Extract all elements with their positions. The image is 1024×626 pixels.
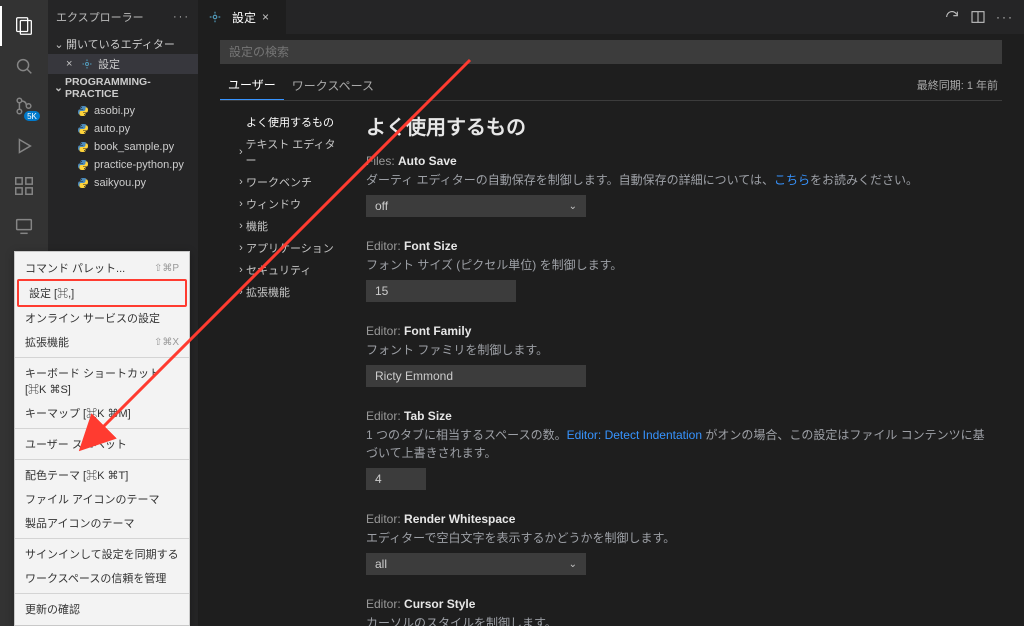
separator (15, 357, 189, 358)
chevron-right-icon: › (236, 242, 246, 254)
toc-item[interactable]: ›拡張機能 (224, 281, 346, 303)
ctx-item[interactable]: 更新の確認 (15, 597, 189, 621)
open-editor-item[interactable]: × 設定 (48, 54, 198, 74)
setting-cursor: Editor: Cursor Style カーソルのスタイルを制御します。 li… (366, 597, 992, 626)
ctx-item[interactable]: 拡張機能⇧⌘X (15, 330, 189, 354)
setting-renderws: Editor: Render Whitespace エディターで空白文字を表示す… (366, 512, 992, 575)
toc-item[interactable]: ›ウィンドウ (224, 193, 346, 215)
tab-bar: 設定 × ··· (198, 0, 1024, 34)
fontsize-input[interactable]: 15 (366, 280, 516, 302)
python-file-icon (76, 140, 90, 154)
ab-search[interactable] (0, 46, 48, 86)
toc-item[interactable]: ›ワークベンチ (224, 171, 346, 193)
toc-item[interactable]: ›テキスト エディター (224, 133, 346, 171)
chevron-right-icon: › (236, 264, 246, 276)
last-synced-text: 最終同期: 1 年前 (917, 77, 1002, 93)
chevron-right-icon: › (236, 176, 246, 188)
split-editor-icon[interactable] (970, 9, 986, 25)
tree-item[interactable]: saikyou.py (48, 174, 198, 192)
open-editors-section[interactable]: ⌄ 開いているエディター (48, 34, 198, 54)
python-file-icon (76, 158, 90, 172)
settings-heading: よく使用するもの (366, 111, 992, 140)
setting-tabsize: Editor: Tab Size 1 つのタブに相当するスペースの数。Edito… (366, 409, 992, 490)
setting-fontsize: Editor: Font Size フォント サイズ (ピクセル単位) を制御し… (366, 239, 992, 302)
ctx-item[interactable]: キーボード ショートカット [⌘K ⌘S] (15, 361, 189, 401)
chevron-down-icon: ⌄ (569, 559, 577, 570)
ctx-item[interactable]: ファイル アイコンのテーマ (15, 487, 189, 511)
ctx-item[interactable]: 設定 [⌘,] (17, 279, 187, 307)
chevron-right-icon: › (236, 286, 246, 298)
fontfamily-input[interactable]: Ricty Emmond (366, 365, 586, 387)
tree-item[interactable]: book_sample.py (48, 138, 198, 156)
tabsize-input[interactable]: 4 (366, 468, 426, 490)
toc-item[interactable]: ›アプリケーション (224, 237, 346, 259)
python-file-icon (76, 176, 90, 190)
toc-item[interactable]: ›セキュリティ (224, 259, 346, 281)
ab-extensions[interactable] (0, 166, 48, 206)
link[interactable]: Editor: Detect Indentation (567, 428, 702, 442)
chevron-down-icon: ⌄ (52, 82, 65, 94)
setting-fontfamily: Editor: Font Family フォント ファミリを制御します。 Ric… (366, 324, 992, 387)
settings-file-icon (208, 10, 222, 24)
ab-scm[interactable]: 5K (0, 86, 48, 126)
ctx-item[interactable]: 製品アイコンのテーマ (15, 511, 189, 535)
tree-item[interactable]: practice-python.py (48, 156, 198, 174)
scm-badge: 5K (24, 111, 40, 121)
toc-item[interactable]: よく使用するもの (224, 111, 346, 133)
ctx-item[interactable]: ワークスペースの信頼を管理 (15, 566, 189, 590)
settings-toc: よく使用するもの›テキスト エディター›ワークベンチ›ウィンドウ›機能›アプリケ… (220, 101, 350, 626)
chevron-down-icon: ⌄ (569, 201, 577, 212)
separator (15, 593, 189, 594)
chevron-right-icon: › (236, 220, 246, 232)
close-icon[interactable]: × (262, 10, 276, 24)
tab-settings[interactable]: 設定 × (198, 0, 287, 34)
ctx-item[interactable]: キーマップ [⌘K ⌘M] (15, 401, 189, 425)
settings-file-icon (80, 57, 94, 71)
ctx-item[interactable]: オンライン サービスの設定 (15, 306, 189, 330)
editor-area: 設定 × ··· ユーザー ワークスペース 最終同期: 1 年前 よく使用するも… (198, 0, 1024, 626)
ab-remote[interactable] (0, 206, 48, 246)
ctx-item[interactable]: 配色テーマ [⌘K ⌘T] (15, 463, 189, 487)
renderws-select[interactable]: all⌄ (366, 553, 586, 575)
ctx-item[interactable]: サインインして設定を同期する (15, 542, 189, 566)
python-file-icon (76, 122, 90, 136)
separator (15, 428, 189, 429)
ctx-item[interactable]: ユーザー スニペット (15, 432, 189, 456)
run-last-icon[interactable] (944, 9, 960, 25)
tree-item[interactable]: asobi.py (48, 102, 198, 120)
scope-workspace[interactable]: ワークスペース (284, 71, 382, 100)
sidebar-title: エクスプローラー (56, 9, 144, 25)
separator (15, 538, 189, 539)
more-icon[interactable]: ··· (173, 11, 190, 23)
settings-content: よく使用するもの Files: Auto Save ダーティ エディターの自動保… (350, 101, 1002, 626)
setting-autosave: Files: Auto Save ダーティ エディターの自動保存を制御します。自… (366, 154, 992, 217)
close-icon[interactable]: × (66, 58, 80, 70)
link[interactable]: こちら (774, 173, 810, 187)
workspace-folder[interactable]: ⌄ PROGRAMMING-PRACTICE (48, 74, 198, 102)
settings-context-menu: コマンド パレット...⇧⌘P設定 [⌘,]オンライン サービスの設定拡張機能⇧… (14, 251, 190, 626)
more-icon[interactable]: ··· (996, 10, 1014, 24)
autosave-select[interactable]: off⌄ (366, 195, 586, 217)
python-file-icon (76, 104, 90, 118)
separator (15, 459, 189, 460)
chevron-right-icon: › (236, 198, 246, 210)
scope-user[interactable]: ユーザー (220, 70, 284, 100)
tree-item[interactable]: auto.py (48, 120, 198, 138)
ctx-item[interactable]: コマンド パレット...⇧⌘P (15, 256, 189, 280)
toc-item[interactable]: ›機能 (224, 215, 346, 237)
chevron-down-icon: ⌄ (52, 38, 66, 51)
chevron-right-icon: › (236, 146, 246, 158)
ab-run[interactable] (0, 126, 48, 166)
ab-explorer[interactable] (0, 6, 48, 46)
settings-search-input[interactable] (220, 40, 1002, 64)
